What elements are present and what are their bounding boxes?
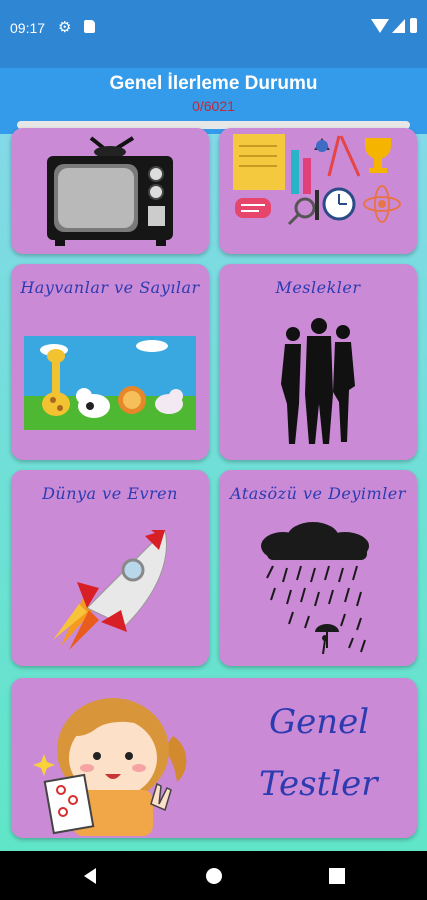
progress-count: 0/6021 bbox=[192, 98, 235, 114]
television-icon bbox=[47, 136, 173, 246]
girl-with-test-paper-icon bbox=[33, 698, 187, 836]
wifi-icon bbox=[371, 19, 389, 33]
page-title: Genel İlerleme Durumu bbox=[109, 73, 318, 94]
progress-header: Genel İlerleme Durumu 0/6021 bbox=[0, 68, 427, 134]
word-rain-cloud-icon bbox=[261, 522, 369, 655]
status-time: 09:17 bbox=[10, 20, 46, 36]
signal-icon bbox=[392, 19, 405, 33]
animals-icon bbox=[24, 336, 196, 430]
rocket-icon bbox=[53, 528, 167, 650]
category-label: Atasözü ve Deyimler bbox=[230, 484, 406, 503]
recents-icon[interactable] bbox=[329, 868, 345, 884]
home-icon[interactable] bbox=[205, 867, 223, 885]
back-icon[interactable] bbox=[81, 867, 99, 885]
sd-card-icon bbox=[84, 20, 95, 33]
category-card-proverbs[interactable]: Atasözü ve Deyimler bbox=[219, 470, 417, 666]
category-card-school[interactable] bbox=[219, 128, 417, 254]
category-card-professions[interactable]: Meslekler bbox=[219, 264, 417, 460]
battery-icon bbox=[410, 18, 417, 33]
school-supplies-icon bbox=[233, 134, 401, 226]
category-card-universe[interactable]: Dünya ve Evren bbox=[11, 470, 209, 666]
category-card-animals[interactable]: Hayvanlar ve Sayılar bbox=[11, 264, 209, 460]
category-label: Dünya ve Evren bbox=[42, 484, 178, 503]
category-card-tv[interactable] bbox=[11, 128, 209, 254]
general-tests-card[interactable]: Genel Testler bbox=[11, 678, 417, 838]
general-tests-label-1: Genel bbox=[269, 702, 370, 742]
gear-icon: ⚙ bbox=[58, 18, 72, 36]
category-label: Meslekler bbox=[275, 278, 361, 297]
category-label: Hayvanlar ve Sayılar bbox=[20, 278, 200, 297]
people-silhouette-icon bbox=[281, 318, 355, 444]
navigation-bar bbox=[0, 851, 427, 900]
general-tests-label-2: Testler bbox=[259, 764, 378, 804]
status-bar: 09:17 ⚙ bbox=[0, 0, 427, 68]
